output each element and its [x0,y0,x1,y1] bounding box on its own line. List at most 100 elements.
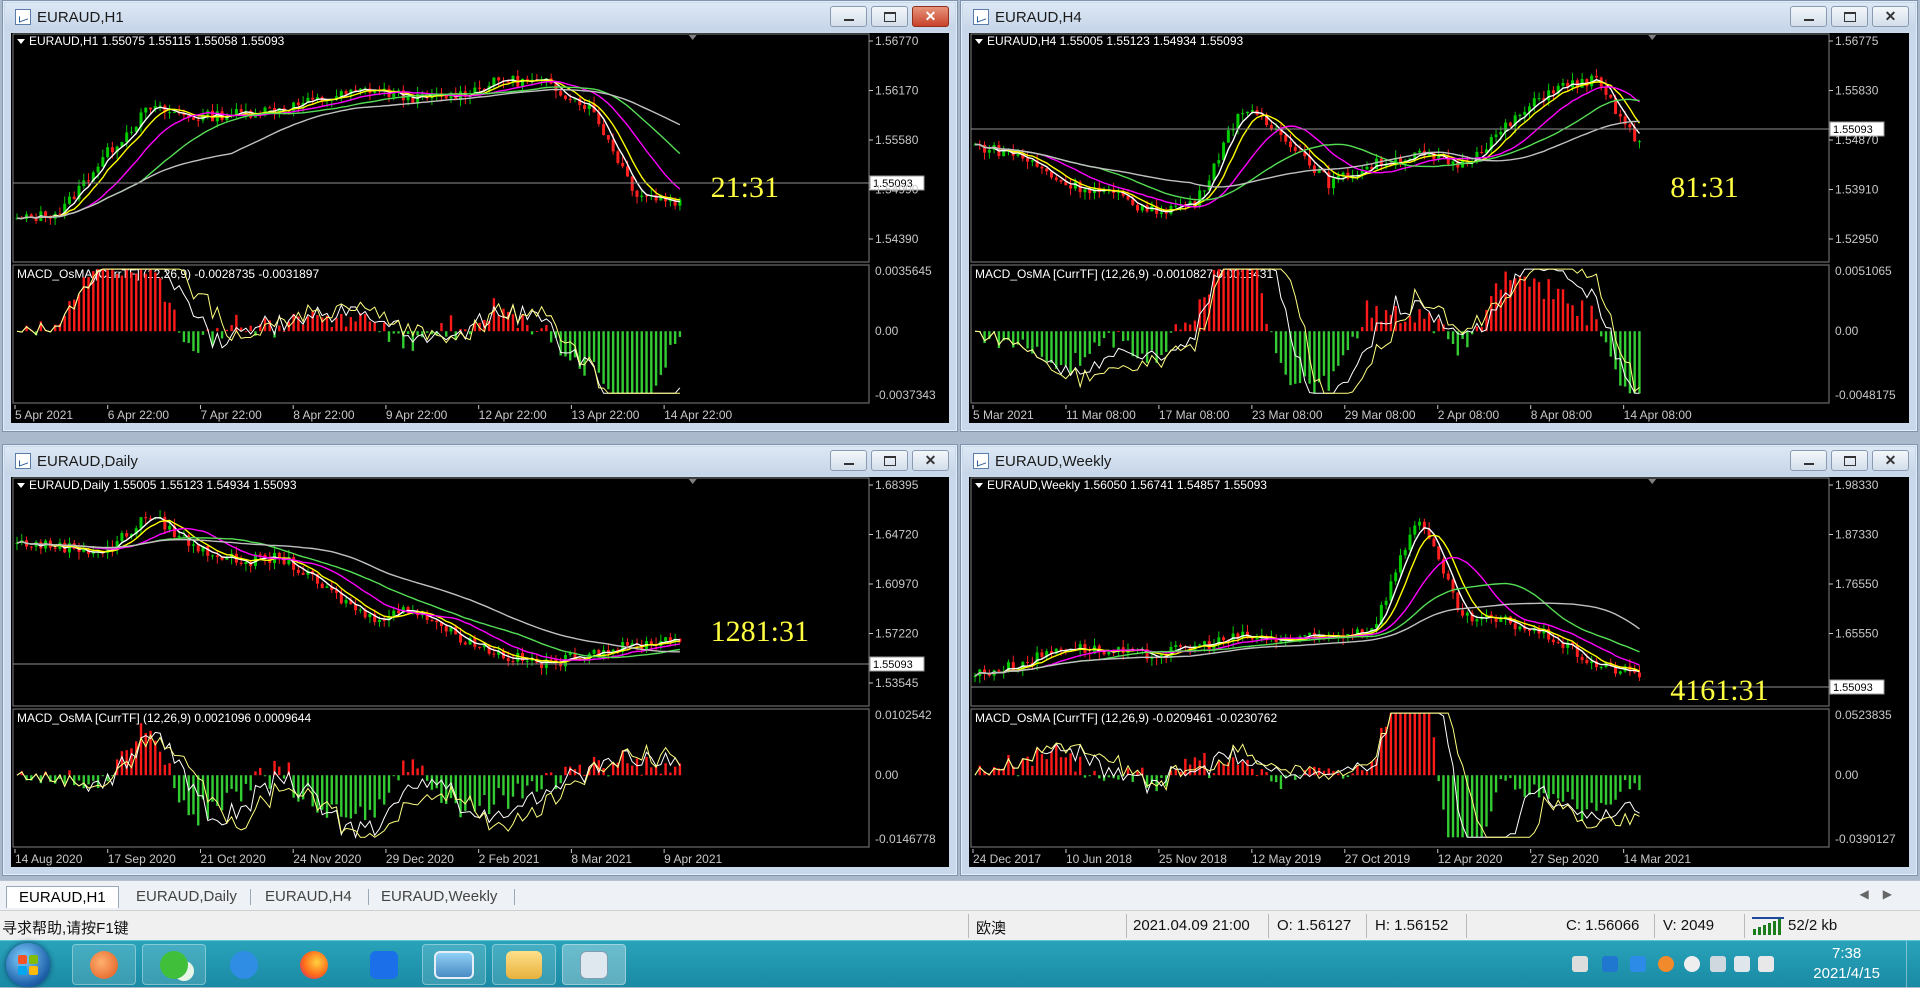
taskbar-firefox-app[interactable] [282,944,346,985]
osma-histogram-bar [1184,758,1187,776]
osma-histogram-bar [1447,331,1450,340]
chart-area[interactable]: 1.55093 1.98330 1.87330 1.76550 1.65550 EURAU… [969,477,1909,867]
clock-time: 7:38 [1832,945,1862,962]
price-chart-svg[interactable]: 1.55093 1.98330 1.87330 1.76550 1.65550 EURAU… [969,477,1909,867]
osma-histogram-bar [373,322,376,332]
start-button[interactable] [6,943,50,987]
candle-body [1594,75,1598,78]
osma-histogram-bar [1035,747,1039,776]
maximize-button[interactable] [871,450,908,471]
close-button[interactable]: ✕ [912,450,949,471]
orange-tray-icon[interactable] [1658,956,1674,972]
osma-histogram-bar [411,759,415,776]
collapse-triangle-icon [975,39,983,44]
shield-icon[interactable] [1602,956,1618,972]
osma-histogram-bar [530,775,534,782]
osma-histogram-bar [1513,775,1517,790]
chart-window-h1[interactable]: EURAUD,H1 ✕ 1.55093 1.56770 1.56170 1.55580… [2,0,958,432]
tab-scroll-arrows[interactable]: ◀▶ [1860,887,1906,901]
chart-window-daily[interactable]: EURAUD,Daily ✕ 1.55093 1.68395 1.64720 1.60… [2,444,958,876]
tab-euraud-h1[interactable]: EURAUD,H1 [6,886,119,908]
osma-histogram-bar [368,775,372,810]
minimize-button[interactable] [1790,6,1827,27]
candle-body [1059,648,1063,650]
price-chart-svg[interactable]: 1.55093 1.68395 1.64720 1.60970 1.57220 1.535… [11,477,949,867]
price-axis-label: 1.56170 [875,84,919,98]
taskbar-file-explorer-app[interactable] [492,944,556,985]
minimize-button[interactable] [830,6,867,27]
status-profile[interactable]: 欧澳 [976,917,1006,938]
osma-histogram-bar [588,331,591,361]
tab-euraud-weekly[interactable]: EURAUD,Weekly [369,886,509,908]
candle-body [444,626,448,632]
candle-body [1551,639,1555,643]
osma-histogram-bar [1600,775,1603,804]
chart-window-h4[interactable]: EURAUD,H4 ✕ 1.55093 1.56775 1.55830 1.54870… [960,0,1918,432]
candle-body [1312,165,1316,173]
chart-area[interactable]: 1.55093 1.68395 1.64720 1.60970 1.57220 1.535… [11,477,949,867]
chart-window-weekly[interactable]: EURAUD,Weekly ✕ 1.55093 1.98330 1.87330 1.7… [960,444,1918,876]
maximize-button[interactable] [871,6,908,27]
minimize-button[interactable] [1790,450,1827,471]
price-chart-svg[interactable]: 1.550931.567751.558301.548701.539101.529… [969,33,1909,423]
macd-axis-label: 0.00 [875,768,899,782]
taskbar-pen-app[interactable] [212,944,276,985]
osma-histogram-bar [631,331,634,394]
main-plot-frame [12,477,870,707]
maximize-button[interactable] [1831,6,1868,27]
price-chart-svg[interactable]: 1.550931.567701.561701.555801.549901.543… [11,33,949,423]
usb-icon[interactable] [1572,956,1588,972]
signal-icon[interactable] [1758,956,1774,972]
volume-icon[interactable] [1734,956,1750,972]
candle-body [1456,592,1460,611]
pen-tray-icon[interactable] [1630,956,1646,972]
window-titlebar[interactable]: EURAUD,H4 ✕ [963,3,1915,31]
osma-histogram-bar [1561,289,1565,332]
date-axis-label: 13 Apr 22:00 [571,408,639,422]
window-titlebar[interactable]: EURAUD,Weekly ✕ [963,447,1915,475]
moving-average-line [974,556,1640,677]
date-axis-label: 29 Mar 08:00 [1345,408,1416,422]
chart-area[interactable]: 1.55093 1.56770 1.56170 1.55580 1.54990 1.543… [11,33,949,423]
osma-histogram-bar [249,775,252,791]
osma-histogram-bar [259,767,262,776]
chart-area[interactable]: 1.55093 1.56775 1.55830 1.54870 1.53910 1.529… [969,33,1909,423]
main-plot-frame [12,33,870,263]
close-button[interactable]: ✕ [912,6,949,27]
osma-histogram-bar [1509,775,1512,779]
candle-body [168,112,172,114]
system-clock[interactable]: 7:38 2021/4/15 [1813,944,1880,984]
taskbar-metatrader-app[interactable] [562,944,626,985]
close-button[interactable]: ✕ [1872,6,1909,27]
minimize-button[interactable] [830,450,867,471]
tab-euraud-daily[interactable]: EURAUD,Daily [124,886,249,908]
taskbar-mail-app[interactable] [72,944,136,985]
osma-histogram-bar [621,331,624,394]
wechat-tray-icon[interactable] [1684,956,1700,972]
tab-euraud-h4[interactable]: EURAUD,H4 [253,886,364,908]
candle-body [1494,134,1498,138]
osma-histogram-bar [1466,331,1469,348]
status-datetime: 2021.04.09 21:00 [1133,917,1250,934]
osma-histogram-bar [1346,775,1350,778]
maximize-button[interactable] [1831,450,1868,471]
candle-body [53,547,57,549]
bar-countdown-timer: 21:31 [711,171,779,204]
window-titlebar[interactable]: EURAUD,H1 ✕ [5,3,955,31]
candle-body [191,117,195,120]
taskbar-lark-app[interactable] [352,944,416,985]
taskbar-wechat-app[interactable] [142,944,206,985]
candle-body [1437,546,1441,560]
show-desktop-button[interactable] [1906,941,1920,988]
network-icon[interactable] [1710,956,1726,972]
osma-histogram-bar [1571,305,1574,332]
window-titlebar[interactable]: EURAUD,Daily ✕ [5,447,955,475]
osma-histogram-bar [1542,298,1546,332]
taskbar-photo-viewer-app[interactable] [422,944,486,985]
status-separator [1466,914,1467,938]
osma-histogram-bar [1155,331,1158,363]
osma-histogram-bar [1475,326,1479,332]
close-button[interactable]: ✕ [1872,450,1909,471]
price-axis-label: 1.54990 [875,183,919,197]
osma-histogram-bar [335,318,338,332]
